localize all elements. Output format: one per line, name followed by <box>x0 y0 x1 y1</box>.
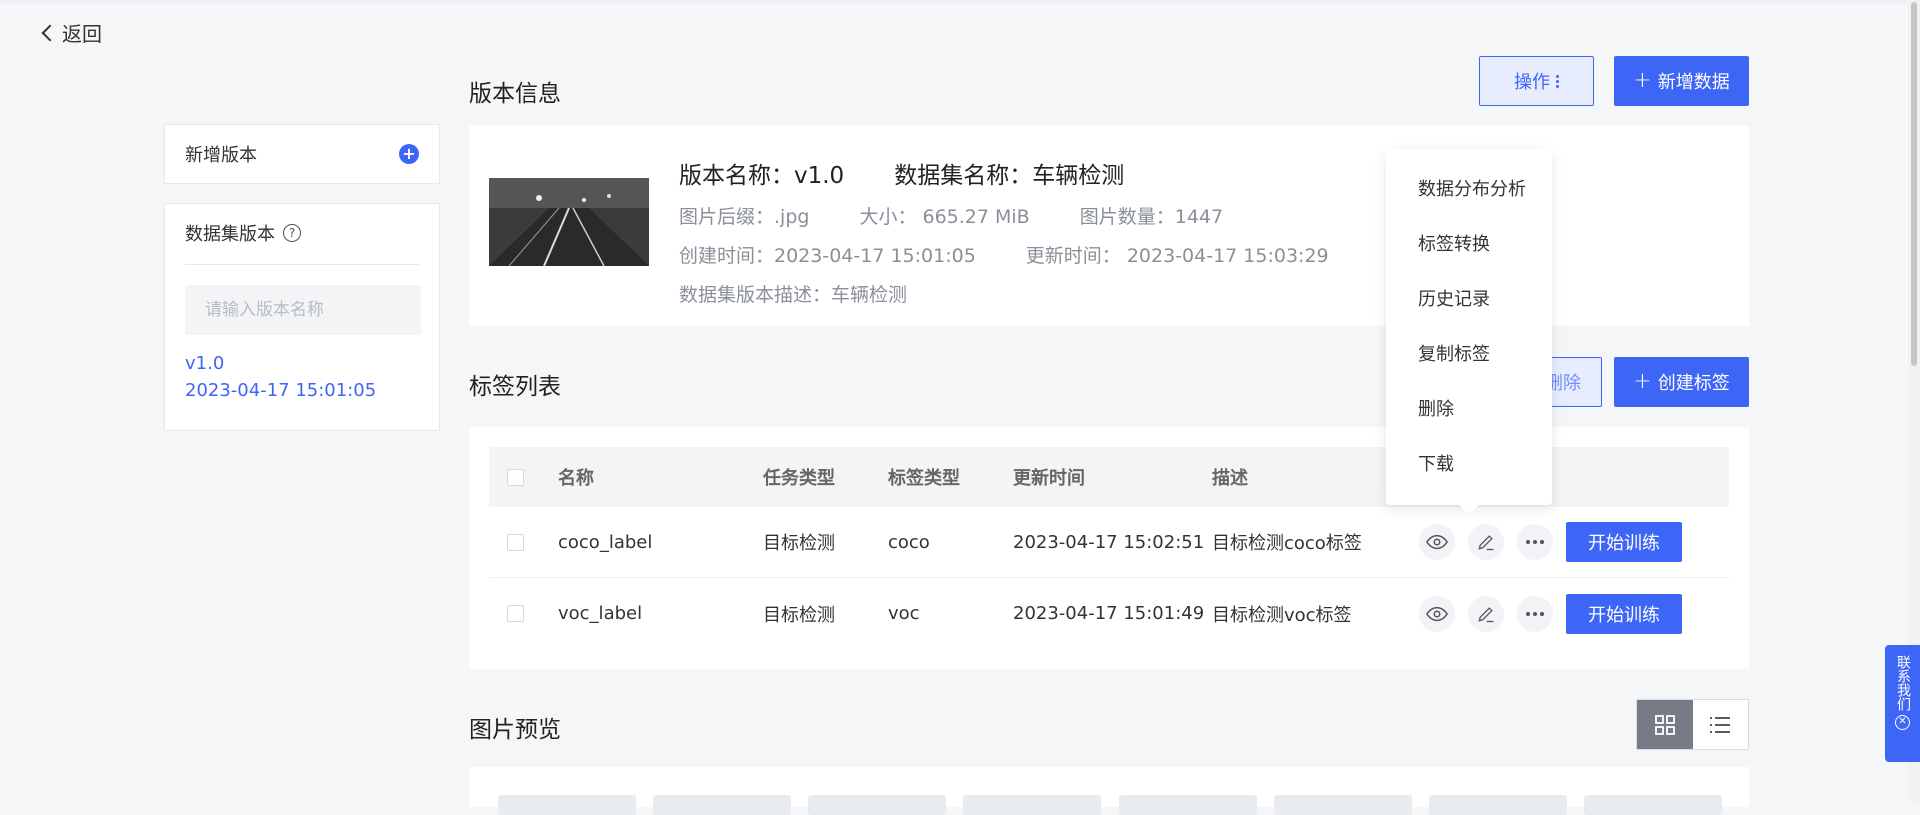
menu-item-delete[interactable]: 删除 <box>1386 387 1552 442</box>
select-all-checkbox[interactable] <box>507 468 524 486</box>
more-horizontal-icon[interactable] <box>1517 595 1553 632</box>
dataset-version-panel: 数据集版本 ? v1.0 2023-04-17 15:01:05 <box>164 203 440 431</box>
version-description: 数据集版本描述：车辆检测 <box>679 284 908 306</box>
grid-view-icon[interactable] <box>1637 700 1693 749</box>
view-toggle <box>1636 699 1749 750</box>
plus-icon: + <box>1633 369 1652 394</box>
cell-description: 目标检测voc标签 <box>1212 604 1352 626</box>
cell-label-type: coco <box>888 531 930 553</box>
image-preview-grid <box>469 767 1749 815</box>
dataset-size: 大小： 665.27 MiB <box>859 206 1030 228</box>
cell-time: 2023-04-17 15:01:49 <box>1013 603 1205 624</box>
image-tile[interactable] <box>1429 795 1567 815</box>
cell-label-type: voc <box>888 603 920 624</box>
image-tile[interactable] <box>1119 795 1257 815</box>
cell-task: 目标检测 <box>763 533 835 554</box>
start-training-button[interactable]: 开始训练 <box>1566 522 1682 562</box>
plus-icon: + <box>1633 68 1652 93</box>
version-item-time[interactable]: 2023-04-17 15:01:05 <box>185 380 419 401</box>
image-tile[interactable] <box>808 795 946 815</box>
plus-circle-icon: + <box>399 144 419 164</box>
image-tile[interactable] <box>963 795 1101 815</box>
image-tile[interactable] <box>1274 795 1412 815</box>
more-horizontal-icon[interactable] <box>1517 524 1553 560</box>
create-label-button[interactable]: + 创建标签 <box>1614 357 1749 407</box>
eye-icon[interactable] <box>1419 595 1455 632</box>
col-name: 名称 <box>558 468 594 489</box>
table-row: coco_label 目标检测 coco 2023-04-17 15:02:51… <box>489 507 1729 578</box>
list-view-icon[interactable] <box>1693 700 1749 749</box>
updated-time: 更新时间： 2023-04-17 15:03:29 <box>1025 245 1329 267</box>
add-version-label: 新增版本 <box>185 145 257 166</box>
back-label: 返回 <box>62 22 102 46</box>
cell-name: coco_label <box>558 531 653 553</box>
back-link[interactable]: 返回 <box>41 18 102 47</box>
edit-icon[interactable] <box>1468 595 1504 632</box>
version-item-name[interactable]: v1.0 <box>185 353 419 374</box>
row-checkbox[interactable] <box>507 605 524 622</box>
image-tile[interactable] <box>1584 795 1722 815</box>
col-task-type: 任务类型 <box>763 468 835 489</box>
contact-label: 联系我们 <box>1895 655 1911 711</box>
cell-task: 目标检测 <box>763 604 835 626</box>
version-card: 版本名称：v1.0 数据集名称：车辆检测 图片后缀：.jpg 大小： 665.2… <box>469 126 1749 326</box>
table-row: voc_label 目标检测 voc 2023-04-17 15:01:49 目… <box>489 578 1729 649</box>
dataset-thumbnail <box>489 178 649 266</box>
version-info-title: 版本信息 <box>469 81 561 107</box>
image-suffix: 图片后缀：.jpg <box>679 206 810 228</box>
start-training-button[interactable]: 开始训练 <box>1566 593 1682 634</box>
row-checkbox[interactable] <box>507 533 524 551</box>
image-tile[interactable] <box>498 795 636 815</box>
operate-button[interactable]: 操作 <box>1479 56 1594 106</box>
cell-description: 目标检测coco标签 <box>1212 533 1362 554</box>
add-data-label: 新增数据 <box>1657 72 1730 93</box>
image-count: 图片数量：1447 <box>1079 206 1224 228</box>
version-search-input[interactable] <box>185 285 421 335</box>
menu-item-history[interactable]: 历史记录 <box>1386 277 1552 332</box>
dataset-version-title-text: 数据集版本 <box>185 224 275 245</box>
row-actions: 开始训练 <box>1419 522 1682 562</box>
cell-name: voc_label <box>558 603 643 624</box>
contact-us-button[interactable]: 联系我们 ✕ <box>1885 645 1920 762</box>
help-icon[interactable]: ? <box>283 224 301 242</box>
cell-time: 2023-04-17 15:02:51 <box>1013 531 1205 553</box>
dataset-name: 数据集名称：车辆检测 <box>894 163 1125 189</box>
eye-icon[interactable] <box>1419 524 1455 560</box>
menu-item-copy-label[interactable]: 复制标签 <box>1386 332 1552 387</box>
menu-item-download[interactable]: 下载 <box>1386 442 1552 497</box>
top-strip <box>0 0 1920 4</box>
created-time: 创建时间：2023-04-17 15:01:05 <box>679 245 976 267</box>
more-vertical-icon <box>1556 74 1559 88</box>
close-icon[interactable]: ✕ <box>1895 715 1910 730</box>
dataset-version-title: 数据集版本 ? <box>185 220 419 265</box>
col-updated-time: 更新时间 <box>1013 468 1085 489</box>
create-label-text: 创建标签 <box>1657 373 1730 394</box>
row-actions: 开始训练 <box>1419 593 1682 634</box>
menu-item-label-convert[interactable]: 标签转换 <box>1386 222 1552 277</box>
col-label-type: 标签类型 <box>888 468 960 489</box>
scrollbar-thumb[interactable] <box>1911 2 1917 366</box>
image-tile[interactable] <box>653 795 791 815</box>
label-table: 名称 任务类型 标签类型 更新时间 描述 coco_label 目标检测 coc… <box>469 427 1749 669</box>
chevron-left-icon <box>41 24 59 42</box>
image-preview-title: 图片预览 <box>469 717 561 743</box>
add-data-button[interactable]: + 新增数据 <box>1614 56 1749 106</box>
label-list-title: 标签列表 <box>469 374 561 400</box>
edit-icon[interactable] <box>1468 524 1504 560</box>
version-details: 版本名称：v1.0 数据集名称：车辆检测 图片后缀：.jpg 大小： 665.2… <box>679 156 1329 307</box>
operate-label: 操作 <box>1514 72 1550 93</box>
menu-item-distribution[interactable]: 数据分布分析 <box>1386 167 1552 222</box>
add-version-button[interactable]: 新增版本 + <box>164 124 440 184</box>
operate-dropdown-menu: 数据分布分析 标签转换 历史记录 复制标签 删除 下载 <box>1386 149 1552 515</box>
version-name: 版本名称：v1.0 <box>679 163 845 189</box>
